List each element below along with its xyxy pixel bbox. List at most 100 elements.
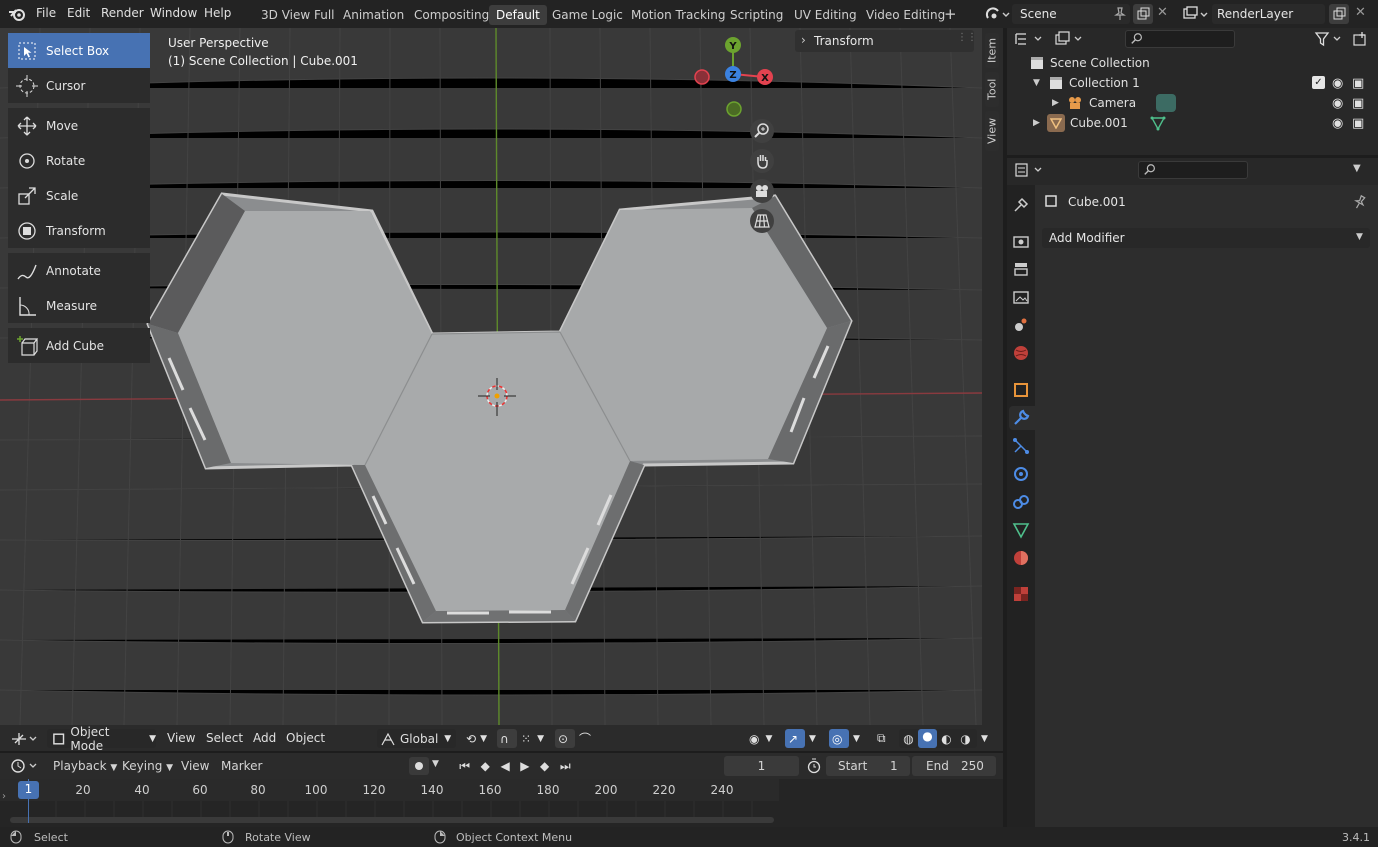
playback-menu[interactable]: Playback ▼ [53,759,117,773]
menu-edit[interactable]: Edit [67,6,90,20]
expand-right-icon[interactable]: ▶ [1033,118,1047,128]
constraints-properties-icon[interactable] [1012,493,1030,511]
tab-compositing[interactable]: Compositing [407,5,496,25]
rendered-shading-icon[interactable]: ◑ [956,732,975,746]
menu-view[interactable]: View [167,731,195,745]
timeline-editor-type[interactable] [9,757,41,775]
tab-scripting[interactable]: Scripting [723,5,790,25]
outliner-row-cube-001[interactable]: ▶ Cube.001 ◉ ▣ [1012,113,1374,133]
blender-logo-icon[interactable] [8,6,26,22]
tab-item[interactable]: Item [985,33,999,68]
jump-end-icon[interactable]: ⏭ [560,759,571,774]
scene-properties-icon[interactable] [1012,316,1030,334]
current-frame-field[interactable]: 1 [724,756,799,776]
expand-right-icon[interactable]: ▶ [1052,98,1066,108]
pin-icon[interactable] [1114,7,1126,21]
playhead[interactable]: 1 [18,781,39,799]
camera-view-button[interactable] [750,179,774,203]
eye-icon[interactable]: ◉ [1332,96,1343,111]
exclude-checkbox[interactable]: ✓ [1312,76,1325,89]
tool-move[interactable]: Move [8,108,150,143]
filter-dropdown[interactable] [1313,30,1345,48]
tab-video-editing[interactable]: Video Editing [859,5,952,25]
menu-window[interactable]: Window [150,6,197,20]
mesh-data-icon[interactable] [1150,115,1166,131]
render-camera-icon[interactable]: ▣ [1352,116,1364,131]
tool-add-cube[interactable]: Add Cube [8,328,150,363]
world-properties-icon[interactable] [1012,344,1030,362]
expand-down-icon[interactable]: ▼ [1033,78,1047,88]
material-properties-icon[interactable] [1012,549,1030,567]
editor-type-button[interactable] [9,729,41,748]
view-layer-browse-icon[interactable] [1182,5,1210,23]
tool-annotate[interactable]: Annotate [8,253,150,288]
new-collection-button[interactable] [1351,30,1369,48]
modifier-properties-tab[interactable] [1009,406,1035,430]
end-frame-field[interactable]: End 250 [912,756,996,776]
gizmo-neg-y[interactable] [726,101,742,117]
preview-range-toggle[interactable] [806,757,822,775]
tool-cursor[interactable]: Cursor [8,68,150,103]
display-mode-dropdown[interactable] [1053,30,1087,48]
pin-icon[interactable] [1353,194,1367,210]
pan-button[interactable] [750,149,774,173]
properties-search-input[interactable] [1138,161,1248,179]
perspective-toggle-button[interactable] [750,209,774,233]
properties-options-dropdown[interactable]: ▼ [1353,163,1361,174]
menu-help[interactable]: Help [204,6,231,20]
eye-icon[interactable]: ◉ [1332,116,1343,131]
outliner-editor-type[interactable] [1013,30,1047,48]
outliner-row-collection-1[interactable]: ▼ Collection 1 ✓ ◉ ▣ [1012,73,1374,93]
menu-select[interactable]: Select [206,731,243,745]
gizmo-neg-x[interactable] [694,69,710,85]
scene-browse-icon[interactable] [985,6,1011,22]
gizmo-toggle[interactable]: ↗ [785,729,805,748]
next-keyframe-icon[interactable]: ◆ [540,759,549,773]
outliner-row-camera[interactable]: ▶ Camera ◉ ▣ [1012,93,1374,113]
outliner-search-input[interactable] [1125,30,1235,48]
eye-icon[interactable]: ◉ [1332,76,1343,91]
tool-scale[interactable]: Scale [8,178,150,213]
tab-motion-tracking[interactable]: Motion Tracking [624,5,732,25]
new-view-layer-button[interactable] [1329,4,1349,24]
zoom-button[interactable] [750,119,774,143]
physics-properties-icon[interactable] [1012,465,1030,483]
wireframe-shading-icon[interactable]: ◍ [899,732,918,746]
timeline-view-menu[interactable]: View [181,759,209,773]
snap-toggle[interactable]: ∩ [497,729,517,748]
menu-file[interactable]: File [36,6,56,20]
tool-properties-icon[interactable] [1012,196,1030,214]
tool-transform[interactable]: Transform [8,213,150,248]
camera-data-icon[interactable] [1156,94,1177,112]
close-scene-icon[interactable]: ✕ [1157,5,1168,20]
close-view-layer-icon[interactable]: ✕ [1355,5,1366,20]
tab-animation[interactable]: Animation [336,5,411,25]
add-modifier-dropdown[interactable]: Add Modifier ▼ [1042,228,1370,248]
menu-add[interactable]: Add [253,731,276,745]
view-layer-properties-icon[interactable] [1012,288,1030,306]
xray-toggle[interactable]: ⧉ [874,729,894,748]
pivot-dropdown[interactable]: ⟲ ▼ [463,729,493,748]
tool-measure[interactable]: Measure [8,288,150,323]
mode-dropdown[interactable]: Object Mode ▼ [47,725,156,753]
scene-field[interactable]: Scene [1012,4,1130,24]
play-icon[interactable]: ▶ [520,759,529,773]
marker-menu[interactable]: Marker [221,759,262,773]
keying-menu[interactable]: Keying ▼ [122,759,173,773]
menu-render[interactable]: Render [101,6,144,20]
tab-3d-view-full[interactable]: 3D View Full [254,5,342,25]
tool-rotate[interactable]: Rotate [8,143,150,178]
timeline-scrollbar[interactable] [10,817,774,823]
navigation-gizmo[interactable]: Y X Z [692,34,782,124]
object-properties-tab[interactable] [1009,378,1033,402]
properties-editor-type[interactable] [1013,161,1047,179]
shading-dropdown[interactable]: ▼ [978,729,994,748]
material-shading-icon[interactable]: ◐ [937,732,956,746]
object-data-properties-icon[interactable] [1012,521,1030,539]
snap-dropdown[interactable]: ⁙ ▼ [519,729,551,748]
tab-default[interactable]: Default [489,5,547,25]
chevron-down-icon[interactable]: ▼ [432,759,439,769]
menu-object[interactable]: Object [286,731,325,745]
outliner-row-scene-collection[interactable]: Scene Collection [1012,53,1374,73]
overlays-toggle[interactable]: ◎ [829,729,849,748]
